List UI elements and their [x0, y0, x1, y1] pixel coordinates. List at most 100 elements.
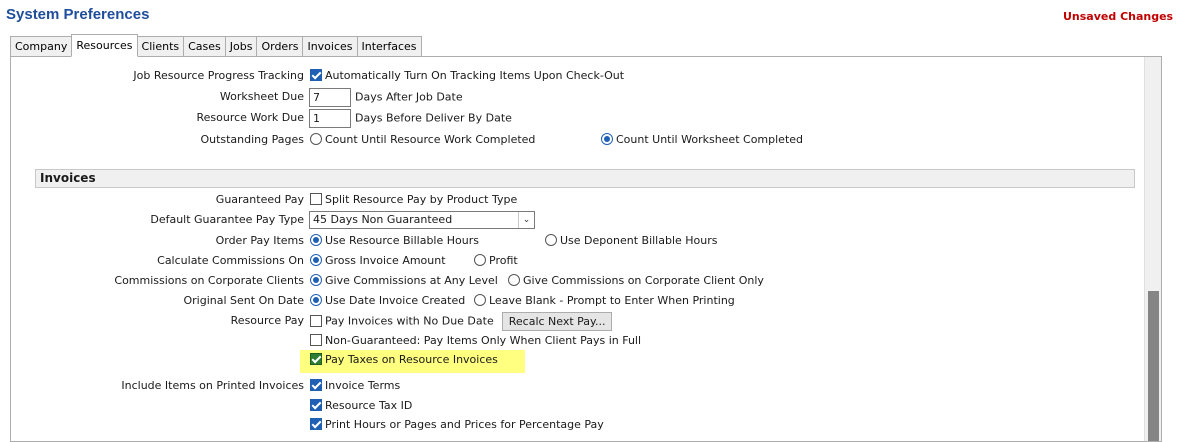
work-due-input[interactable]: 1	[309, 109, 351, 128]
tab-orders[interactable]: Orders	[256, 36, 304, 57]
non-guaranteed-label: Non-Guaranteed: Pay Items Only When Clie…	[325, 334, 642, 347]
corp-comm-opt2[interactable]: Give Commissions on Corporate Client Onl…	[508, 272, 764, 290]
corp-comm-radio-1[interactable]	[310, 274, 322, 286]
resource-pay-label: Resource Pay	[230, 314, 304, 327]
tracking-row: Job Resource Progress Tracking Automatic…	[11, 67, 1111, 87]
calc-commissions-row: Calculate Commissions On Gross Invoice A…	[11, 252, 1111, 272]
invoice-terms-option[interactable]: Invoice Terms	[310, 377, 400, 395]
tab-clients[interactable]: Clients	[136, 36, 185, 57]
order-pay-radio-1[interactable]	[310, 234, 322, 246]
scrollbar-thumb[interactable]	[1148, 291, 1159, 441]
print-hours-option[interactable]: Print Hours or Pages and Prices for Perc…	[310, 416, 604, 434]
orig-sent-opt2-label: Leave Blank - Prompt to Enter When Print…	[489, 294, 735, 307]
resources-panel: Job Resource Progress Tracking Automatic…	[10, 56, 1162, 442]
no-due-date-option[interactable]: Pay Invoices with No Due Date Recalc Next…	[310, 312, 613, 331]
order-pay-opt2[interactable]: Use Deponent Billable Hours	[545, 232, 718, 250]
outstanding-opt1[interactable]: Count Until Resource Work Completed	[310, 131, 535, 149]
tracking-checkbox[interactable]	[310, 69, 322, 81]
corp-comm-opt2-label: Give Commissions on Corporate Client Onl…	[523, 274, 764, 287]
calc-comm-opt1[interactable]: Gross Invoice Amount	[310, 252, 446, 270]
non-guaranteed-option[interactable]: Non-Guaranteed: Pay Items Only When Clie…	[310, 332, 641, 350]
tracking-label: Job Resource Progress Tracking	[133, 69, 304, 82]
tab-invoices[interactable]: Invoices	[302, 36, 358, 57]
tab-resources[interactable]: Resources	[71, 34, 138, 57]
guaranteed-pay-label: Guaranteed Pay	[215, 193, 304, 206]
tax-id-checkbox[interactable]	[310, 399, 322, 411]
calc-comm-radio-2[interactable]	[474, 254, 486, 266]
outstanding-opt2-label: Count Until Worksheet Completed	[616, 133, 804, 146]
tax-id-option[interactable]: Resource Tax ID	[310, 397, 412, 415]
invoices-section-header: Invoices	[35, 169, 1135, 188]
corp-commissions-label: Commissions on Corporate Clients	[114, 274, 304, 287]
non-guaranteed-row: Non-Guaranteed: Pay Items Only When Clie…	[11, 332, 1111, 352]
corp-commissions-row: Commissions on Corporate Clients Give Co…	[11, 272, 1111, 292]
default-guarantee-label: Default Guarantee Pay Type	[150, 213, 304, 226]
default-guarantee-value: 45 Days Non Guaranteed	[313, 213, 453, 226]
tracking-option-label: Automatically Turn On Tracking Items Upo…	[325, 69, 625, 82]
split-pay-checkbox[interactable]	[310, 193, 322, 205]
corp-comm-opt1-label: Give Commissions at Any Level	[325, 274, 498, 287]
order-pay-opt2-label: Use Deponent Billable Hours	[560, 234, 718, 247]
window-title: System Preferences	[6, 6, 150, 23]
orig-sent-label: Original Sent On Date	[183, 294, 305, 307]
work-due-label: Resource Work Due	[196, 111, 304, 124]
outstanding-pages-label: Outstanding Pages	[200, 133, 304, 146]
print-hours-label: Print Hours or Pages and Prices for Perc…	[325, 418, 604, 431]
tab-cases[interactable]: Cases	[183, 36, 226, 57]
invoice-terms-checkbox[interactable]	[310, 379, 322, 391]
invoice-terms-label: Invoice Terms	[325, 379, 401, 392]
vertical-scrollbar[interactable]	[1144, 57, 1161, 441]
corp-comm-opt1[interactable]: Give Commissions at Any Level	[310, 272, 498, 290]
calc-comm-opt1-label: Gross Invoice Amount	[325, 254, 446, 267]
print-hours-row: Print Hours or Pages and Prices for Perc…	[11, 416, 1111, 436]
outstanding-radio-1[interactable]	[310, 133, 322, 145]
worksheet-due-input[interactable]: 7	[309, 88, 351, 107]
order-pay-row: Order Pay Items Use Resource Billable Ho…	[11, 232, 1111, 252]
chevron-down-icon[interactable]: ⌄	[518, 212, 534, 228]
orig-sent-row: Original Sent On Date Use Date Invoice C…	[11, 292, 1111, 312]
outstanding-radio-2[interactable]	[601, 133, 613, 145]
tab-interfaces[interactable]: Interfaces	[356, 36, 422, 57]
include-items-row: Include Items on Printed Invoices Invoic…	[11, 377, 1111, 397]
tab-jobs[interactable]: Jobs	[224, 36, 258, 57]
tax-id-row: Resource Tax ID	[11, 397, 1111, 417]
default-guarantee-select[interactable]: 45 Days Non Guaranteed ⌄	[309, 211, 535, 229]
orig-sent-opt1-label: Use Date Invoice Created	[325, 294, 466, 307]
calc-comm-radio-1[interactable]	[310, 254, 322, 266]
guaranteed-pay-option[interactable]: Split Resource Pay by Product Type	[310, 191, 517, 209]
orig-sent-radio-2[interactable]	[474, 294, 486, 306]
order-pay-opt1[interactable]: Use Resource Billable Hours	[310, 232, 479, 250]
no-due-date-checkbox[interactable]	[310, 314, 322, 327]
calc-comm-opt2[interactable]: Profit	[474, 252, 518, 270]
print-hours-checkbox[interactable]	[310, 418, 322, 430]
worksheet-due-label: Worksheet Due	[219, 90, 304, 103]
include-items-label: Include Items on Printed Invoices	[121, 379, 304, 392]
orig-sent-radio-1[interactable]	[310, 294, 322, 306]
tab-company[interactable]: Company	[10, 36, 73, 57]
recalc-next-pay-button[interactable]: Recalc Next Pay...	[501, 312, 613, 331]
order-pay-radio-2[interactable]	[545, 234, 557, 246]
pay-taxes-row: Pay Taxes on Resource Invoices	[11, 351, 1111, 371]
non-guaranteed-checkbox[interactable]	[310, 334, 322, 346]
outstanding-opt2[interactable]: Count Until Worksheet Completed	[601, 131, 803, 149]
no-due-date-label: Pay Invoices with No Due Date	[325, 314, 494, 328]
work-due-row: Resource Work Due 1 Days Before Deliver B…	[11, 109, 1111, 129]
order-pay-label: Order Pay Items	[215, 234, 304, 247]
calc-comm-opt2-label: Profit	[489, 254, 518, 267]
split-pay-label: Split Resource Pay by Product Type	[325, 193, 518, 206]
orig-sent-opt2[interactable]: Leave Blank - Prompt to Enter When Print…	[474, 292, 735, 310]
pay-taxes-option[interactable]: Pay Taxes on Resource Invoices	[310, 351, 498, 369]
guaranteed-pay-row: Guaranteed Pay Split Resource Pay by Pro…	[11, 191, 1111, 211]
panel-content: Job Resource Progress Tracking Automatic…	[11, 57, 1144, 441]
orig-sent-opt1[interactable]: Use Date Invoice Created	[310, 292, 465, 310]
pay-taxes-checkbox[interactable]	[310, 353, 322, 365]
tab-strip: Company Resources Clients Cases Jobs Ord…	[10, 34, 422, 57]
outstanding-pages-row: Outstanding Pages Count Until Resource W…	[11, 131, 1111, 151]
corp-comm-radio-2[interactable]	[508, 274, 520, 286]
worksheet-due-suffix: Days After Job Date	[355, 90, 463, 104]
tracking-checkbox-wrap[interactable]: Automatically Turn On Tracking Items Upo…	[310, 67, 624, 85]
outstanding-opt1-label: Count Until Resource Work Completed	[325, 133, 536, 146]
default-guarantee-row: Default Guarantee Pay Type 45 Days Non G…	[11, 211, 1111, 231]
tax-id-label: Resource Tax ID	[325, 399, 413, 412]
resource-pay-row: Resource Pay Pay Invoices with No Due Da…	[11, 312, 1111, 332]
